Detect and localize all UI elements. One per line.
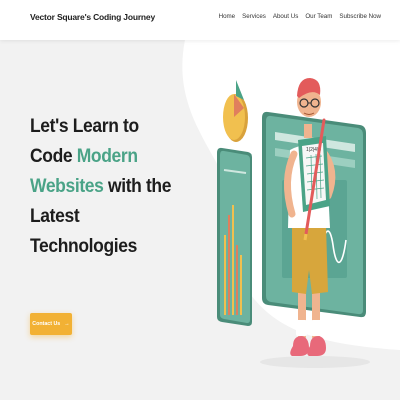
developer-illustration: 1|2|4|5 <box>217 78 370 368</box>
navbar: Vector Square's Coding Journey Home Serv… <box>0 0 400 40</box>
nav-about-us[interactable]: About Us <box>273 13 298 20</box>
small-bar-panel <box>217 147 252 326</box>
headline-line-5: Technologies <box>30 236 137 257</box>
site-brand[interactable]: Vector Square's Coding Journey <box>30 12 155 22</box>
nav-subscribe-now[interactable]: Subscribe Now <box>339 13 381 20</box>
pie-chart-icon <box>223 80 248 142</box>
main-nav: Home Services About Us Our Team Subscrib… <box>219 13 381 20</box>
arrow-right-icon: → <box>64 321 70 327</box>
contact-us-button[interactable]: Contact Us → <box>30 313 72 335</box>
headline-line-1: Let's Learn to <box>30 116 139 137</box>
nav-services[interactable]: Services <box>242 13 266 20</box>
nav-our-team[interactable]: Our Team <box>305 13 332 20</box>
hero-headline: Let's Learn to Code Modern Websites with… <box>30 112 196 262</box>
contact-us-label: Contact Us <box>32 321 61 327</box>
nav-home[interactable]: Home <box>219 13 236 20</box>
headline-line-2: Code Modern <box>30 142 196 172</box>
headline-accent-modern: Modern <box>76 146 138 167</box>
headline-text: Code <box>30 146 77 167</box>
headline-line-4: Latest <box>30 206 80 227</box>
headline-text: with the <box>103 176 172 197</box>
headline-accent-websites: Websites <box>30 176 104 197</box>
headline-line-3: Websites with the <box>30 172 196 202</box>
